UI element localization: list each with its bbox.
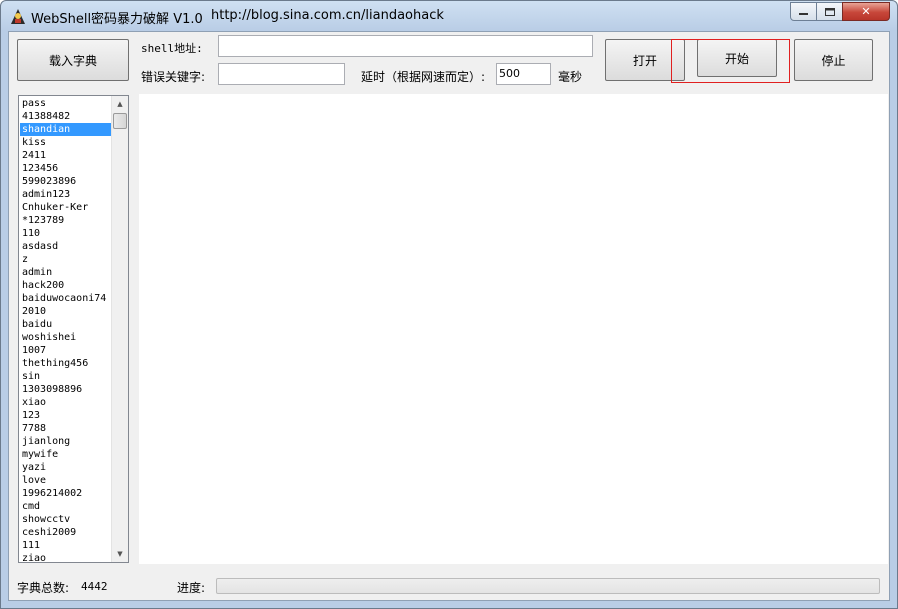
start-label: 开始 xyxy=(724,51,749,66)
dictionary-list-item[interactable]: admin123 xyxy=(20,188,112,201)
shell-address-input[interactable] xyxy=(218,35,593,57)
error-keyword-input[interactable] xyxy=(218,63,345,85)
dictionary-list-item[interactable]: Cnhuker-Ker xyxy=(20,201,112,214)
dictionary-listbox[interactable]: pass 41388482 shandian kiss 2411 123456 599023… xyxy=(18,95,129,563)
load-dictionary-label: 载入字典 xyxy=(48,53,97,68)
open-button[interactable]: 打开 xyxy=(605,39,685,81)
dictionary-list-item[interactable]: admin xyxy=(20,266,112,279)
dictionary-list-item[interactable]: 7788 xyxy=(20,422,112,435)
dictionary-list-item[interactable]: 123 xyxy=(20,409,112,422)
dictionary-list-item[interactable]: ceshi2009 xyxy=(20,526,112,539)
dictionary-list-item[interactable]: jianlong xyxy=(20,435,112,448)
dictionary-scrollbar[interactable]: ▲ ▼ xyxy=(111,96,128,562)
window-url: http://blog.sina.com.cn/liandaohack xyxy=(211,8,444,23)
window-title: WebShell密码暴力破解 V1.0 xyxy=(31,12,203,27)
dictionary-list-item[interactable]: shandian xyxy=(20,123,112,136)
dictionary-list-item[interactable]: love xyxy=(20,474,112,487)
close-button[interactable]: ✕ xyxy=(842,2,890,21)
error-keyword-label: 错误关键字: xyxy=(141,70,206,84)
dictionary-list-item[interactable]: yazi xyxy=(20,461,112,474)
dictionary-list-item[interactable]: 1303098896 xyxy=(20,383,112,396)
dictionary-items: pass 41388482 shandian kiss 2411 123456 599023… xyxy=(20,97,112,562)
dictionary-list-item[interactable]: sin xyxy=(20,370,112,383)
dictionary-list-item[interactable]: 123456 xyxy=(20,162,112,175)
dictionary-list-item[interactable]: cmd xyxy=(20,500,112,513)
dictionary-list-item[interactable]: 2411 xyxy=(20,149,112,162)
open-label: 打开 xyxy=(632,53,657,68)
client-area: 载入字典 shell地址: 错误关键字: 延时（根据网速而定）: 500 毫秒 … xyxy=(8,31,890,601)
dictionary-list-item[interactable]: ziao xyxy=(20,552,112,562)
dictionary-list-item[interactable]: woshishei xyxy=(20,331,112,344)
minimize-button[interactable] xyxy=(790,2,817,21)
dictionary-list-item[interactable]: 110 xyxy=(20,227,112,240)
scroll-down-icon[interactable]: ▼ xyxy=(112,546,128,562)
result-output-area[interactable] xyxy=(139,94,888,564)
load-dictionary-button[interactable]: 载入字典 xyxy=(17,39,129,81)
dictionary-list-item[interactable]: 1007 xyxy=(20,344,112,357)
dictionary-list-item[interactable]: asdasd xyxy=(20,240,112,253)
dictionary-list-item[interactable]: 599023896 xyxy=(20,175,112,188)
dictionary-list-item[interactable]: 111 xyxy=(20,539,112,552)
stop-label: 停止 xyxy=(821,53,846,68)
scroll-thumb[interactable] xyxy=(113,113,127,129)
stop-button[interactable]: 停止 xyxy=(794,39,873,81)
delay-input[interactable]: 500 xyxy=(496,63,551,85)
dictionary-total-label: 字典总数: xyxy=(17,581,70,595)
delay-label: 延时（根据网速而定）: xyxy=(361,70,486,84)
dictionary-list-item[interactable]: pass xyxy=(20,97,112,110)
dictionary-total-value: 4442 xyxy=(81,580,108,593)
dictionary-list-item[interactable]: z xyxy=(20,253,112,266)
progress-label: 进度: xyxy=(177,581,206,595)
maximize-button[interactable] xyxy=(816,2,843,21)
progress-bar xyxy=(216,578,880,594)
dictionary-list-item[interactable]: baiduwocaoni74 xyxy=(20,292,112,305)
dictionary-list-item[interactable]: thething456 xyxy=(20,357,112,370)
delay-unit-label: 毫秒 xyxy=(558,70,583,84)
dictionary-list-item[interactable]: 1996214002 xyxy=(20,487,112,500)
dictionary-list-item[interactable]: xiao xyxy=(20,396,112,409)
start-button[interactable]: 开始 xyxy=(697,39,777,77)
dictionary-list-item[interactable]: *123789 xyxy=(20,214,112,227)
hacker-app-icon xyxy=(11,9,25,24)
dictionary-list-item[interactable]: 41388482 xyxy=(20,110,112,123)
title-bar[interactable]: WebShell密码暴力破解 V1.0 http://blog.sina.com… xyxy=(1,1,897,31)
dictionary-list-item[interactable]: baidu xyxy=(20,318,112,331)
dictionary-list-item[interactable]: showcctv xyxy=(20,513,112,526)
maximize-icon xyxy=(824,7,835,16)
dictionary-list-item[interactable]: 2010 xyxy=(20,305,112,318)
main-window: WebShell密码暴力破解 V1.0 http://blog.sina.com… xyxy=(0,0,898,609)
close-icon: ✕ xyxy=(861,5,871,18)
shell-address-label: shell地址: xyxy=(141,42,203,55)
dictionary-list-item[interactable]: hack200 xyxy=(20,279,112,292)
minimize-icon xyxy=(799,12,808,15)
dictionary-list-item[interactable]: mywife xyxy=(20,448,112,461)
scroll-up-icon[interactable]: ▲ xyxy=(112,96,128,112)
dictionary-list-item[interactable]: kiss xyxy=(20,136,112,149)
